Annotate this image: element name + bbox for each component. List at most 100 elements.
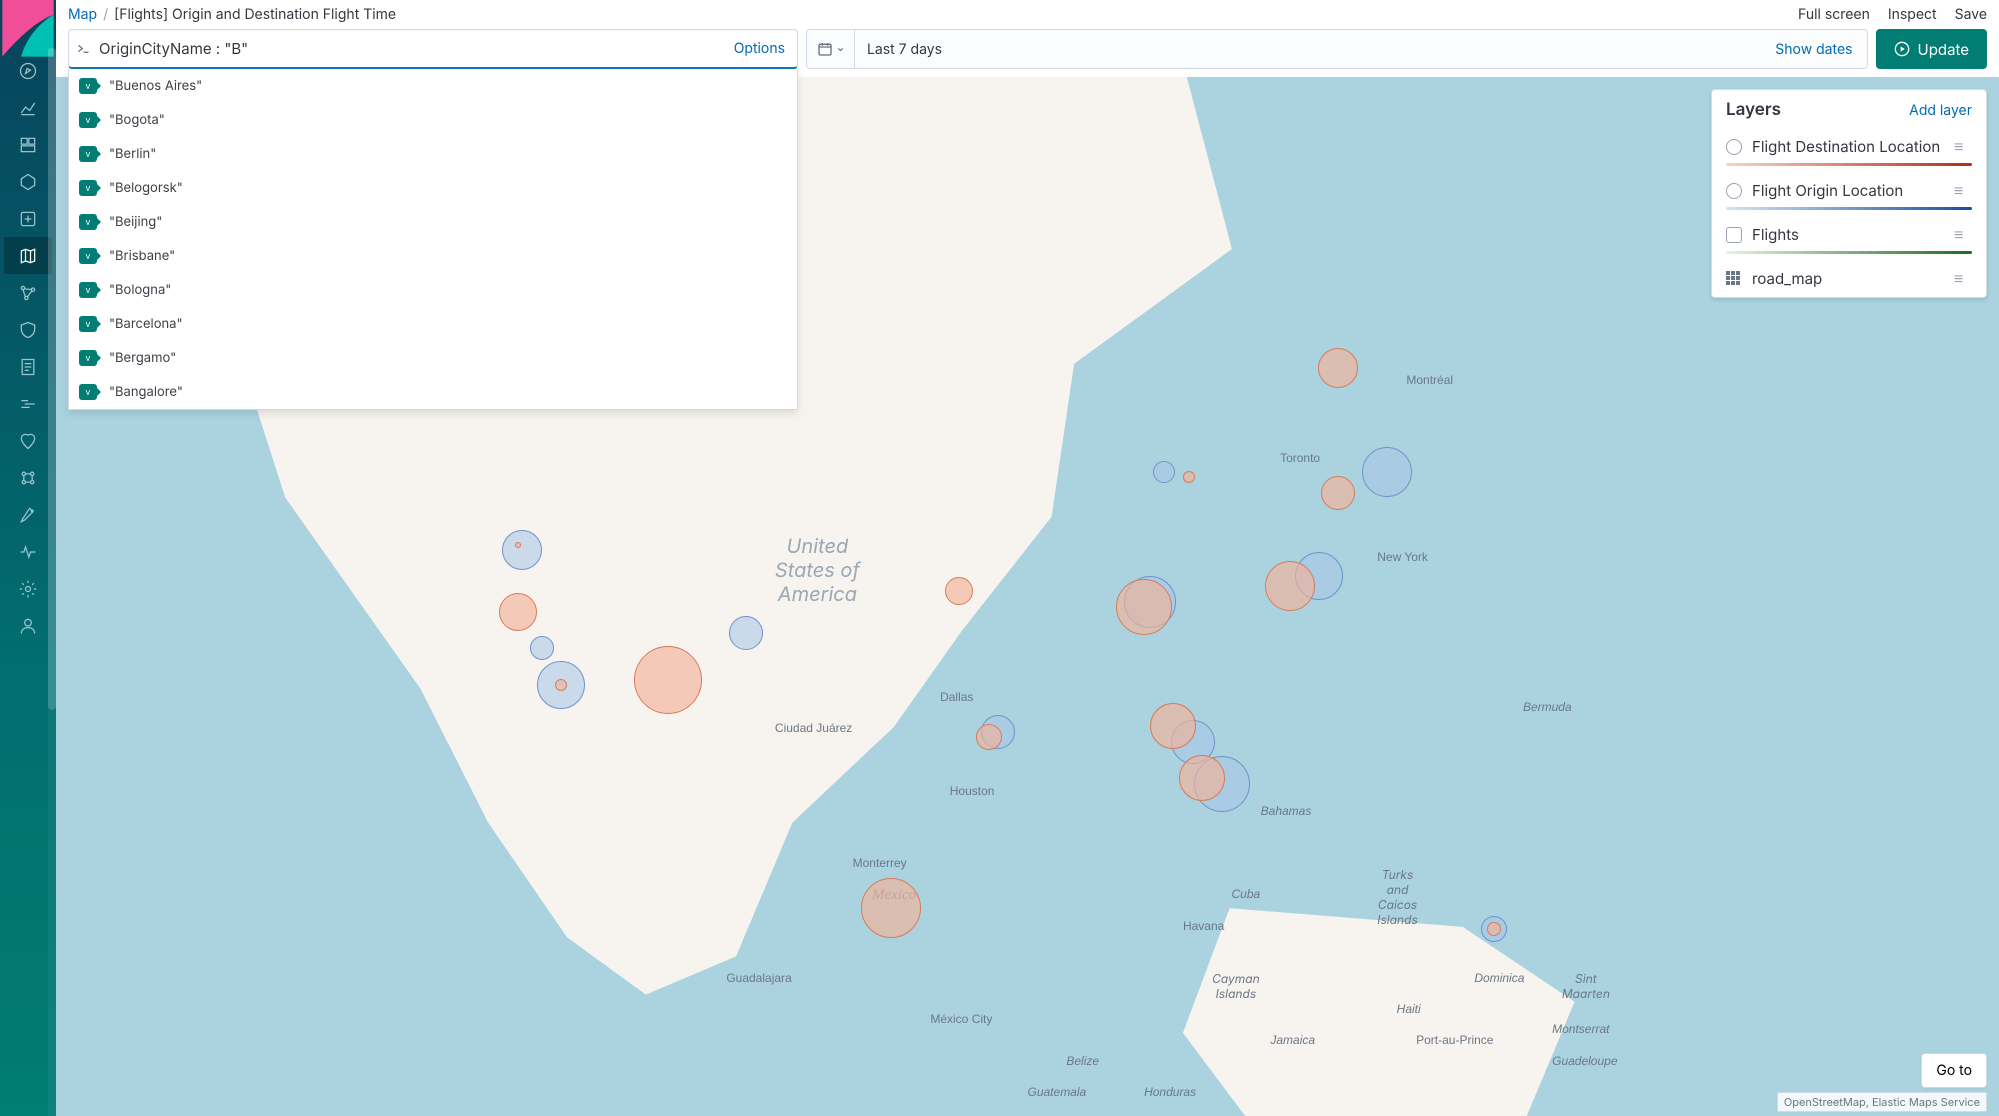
layer-visibility-icon[interactable] — [1726, 139, 1742, 155]
autocomplete-item[interactable]: v"Buenos Aires" — [69, 69, 797, 103]
sidebar-scrollbar-thumb[interactable] — [48, 48, 56, 710]
dest-bubble[interactable] — [1265, 561, 1315, 611]
inspect-button[interactable]: Inspect — [1888, 6, 1937, 23]
breadcrumb: Map / [Flights] Origin and Destination F… — [68, 6, 1790, 23]
nav-dashboard[interactable] — [4, 126, 52, 163]
layer-row[interactable]: Flights ≡ — [1726, 216, 1972, 247]
save-button[interactable]: Save — [1955, 6, 1987, 23]
search-input[interactable] — [97, 38, 722, 59]
query-bar: Options v"Buenos Aires" v"Bogota" v"Berl… — [56, 23, 1999, 77]
nav-siem[interactable] — [4, 311, 52, 348]
origin-bubble[interactable] — [729, 616, 763, 650]
dest-bubble[interactable] — [1179, 755, 1225, 801]
play-icon — [1894, 41, 1910, 57]
autocomplete-item[interactable]: v "Bogota" — [69, 103, 797, 137]
dest-bubble[interactable] — [1150, 703, 1196, 749]
autocomplete-item[interactable]: v"Berlin" — [69, 137, 797, 171]
layer-row[interactable]: road_map ≡ — [1726, 260, 1972, 291]
nav-maps[interactable] — [4, 237, 52, 274]
nav-graph[interactable] — [4, 274, 52, 311]
layer-visibility-icon[interactable] — [1726, 227, 1742, 243]
landmass-caribbean — [1183, 908, 1649, 1116]
nav-logs[interactable] — [4, 348, 52, 385]
nav-uptime[interactable] — [4, 422, 52, 459]
nav-visualize[interactable] — [4, 89, 52, 126]
layer-more-icon[interactable]: ≡ — [1954, 136, 1972, 157]
dest-bubble[interactable] — [1116, 579, 1172, 635]
layer-name: Flight Origin Location — [1752, 181, 1954, 200]
autocomplete-item[interactable]: v"Barcelona" — [69, 307, 797, 341]
sidebar-scrollbar-track[interactable] — [48, 48, 56, 1116]
dest-bubble[interactable] — [1318, 348, 1358, 388]
dest-bubble[interactable] — [555, 679, 567, 691]
dest-bubble[interactable] — [861, 878, 921, 938]
autocomplete-item[interactable]: v"Bangalore" — [69, 375, 797, 409]
show-dates-link[interactable]: Show dates — [1761, 41, 1866, 58]
value-badge-icon: v — [79, 350, 97, 366]
dest-bubble[interactable] — [515, 542, 521, 548]
map-label: Bahamas — [1261, 804, 1312, 818]
date-range-text: Last 7 days — [855, 41, 1761, 58]
dest-bubble[interactable] — [976, 724, 1002, 750]
autocomplete-item[interactable]: v"Bologna" — [69, 273, 797, 307]
kibana-sidebar — [0, 0, 56, 1116]
search-options[interactable]: Options — [722, 40, 797, 57]
value-badge-icon: v — [79, 112, 97, 128]
nav-ml[interactable] — [4, 200, 52, 237]
nav-management[interactable] — [4, 570, 52, 607]
layer-row[interactable]: Flight Destination Location ≡ — [1726, 128, 1972, 159]
map-label: SintMaarten — [1562, 971, 1610, 1001]
header-actions: Full screen Inspect Save — [1798, 6, 1987, 23]
layer-gradient — [1726, 207, 1972, 210]
map-label: Cuba — [1232, 887, 1261, 901]
autocomplete-value: "Buenos Aires" — [109, 78, 202, 94]
main-area: Map / [Flights] Origin and Destination F… — [56, 0, 1999, 1116]
fullscreen-button[interactable]: Full screen — [1798, 6, 1870, 23]
autocomplete-item[interactable]: v "Beijing" — [69, 205, 797, 239]
nav-canvas[interactable] — [4, 163, 52, 200]
autocomplete-value: "Barcelona" — [109, 316, 183, 332]
nav-account[interactable] — [4, 607, 52, 644]
layers-panel: Layers Add layer Flight Destination Loca… — [1711, 89, 1987, 298]
layer-more-icon[interactable]: ≡ — [1954, 268, 1972, 289]
calendar-icon[interactable] — [807, 30, 855, 68]
autocomplete-item[interactable]: v"Belogorsk" — [69, 171, 797, 205]
autocomplete-value: "Beijing" — [109, 214, 162, 230]
value-badge-icon: v — [79, 214, 97, 230]
layer-more-icon[interactable]: ≡ — [1954, 180, 1972, 201]
nav-infra[interactable] — [4, 459, 52, 496]
go-to-button[interactable]: Go to — [1921, 1053, 1987, 1088]
autocomplete-value: "Bogota" — [109, 112, 165, 128]
breadcrumb-root[interactable]: Map — [68, 6, 97, 23]
map-label: Toronto — [1280, 451, 1320, 465]
origin-bubble[interactable] — [502, 530, 542, 570]
nav-monitoring[interactable] — [4, 533, 52, 570]
date-range-picker[interactable]: Last 7 days Show dates — [806, 29, 1868, 69]
value-badge-icon: v — [79, 282, 97, 298]
update-button[interactable]: Update — [1876, 29, 1987, 69]
origin-bubble[interactable] — [530, 636, 554, 660]
nav-devtools[interactable] — [4, 496, 52, 533]
origin-bubble[interactable] — [1153, 461, 1175, 483]
add-layer-link[interactable]: Add layer — [1909, 102, 1972, 119]
dest-bubble[interactable] — [945, 577, 973, 605]
autocomplete-item[interactable]: v"Brisbane" — [69, 239, 797, 273]
layer-row[interactable]: Flight Origin Location ≡ — [1726, 172, 1972, 203]
search-wrapper: Options v"Buenos Aires" v"Bogota" v"Berl… — [68, 29, 798, 69]
dest-bubble[interactable] — [634, 646, 702, 714]
search-box[interactable]: Options — [68, 29, 798, 69]
map-attribution: OpenStreetMap, Elastic Maps Service — [1777, 1092, 1987, 1112]
autocomplete-item[interactable]: v"Bergamo" — [69, 341, 797, 375]
dest-bubble[interactable] — [1183, 471, 1195, 483]
nav-discover[interactable] — [4, 52, 52, 89]
dest-bubble[interactable] — [1321, 476, 1355, 510]
dest-bubble[interactable] — [499, 593, 537, 631]
layer-visibility-icon[interactable] — [1726, 183, 1742, 199]
nav-apm[interactable] — [4, 385, 52, 422]
layer-more-icon[interactable]: ≡ — [1954, 224, 1972, 245]
layer-name: Flights — [1752, 225, 1954, 244]
origin-bubble[interactable] — [1362, 447, 1412, 497]
layer-gradient — [1726, 163, 1972, 166]
dest-bubble[interactable] — [1487, 922, 1501, 936]
kibana-logo[interactable] — [0, 0, 56, 48]
